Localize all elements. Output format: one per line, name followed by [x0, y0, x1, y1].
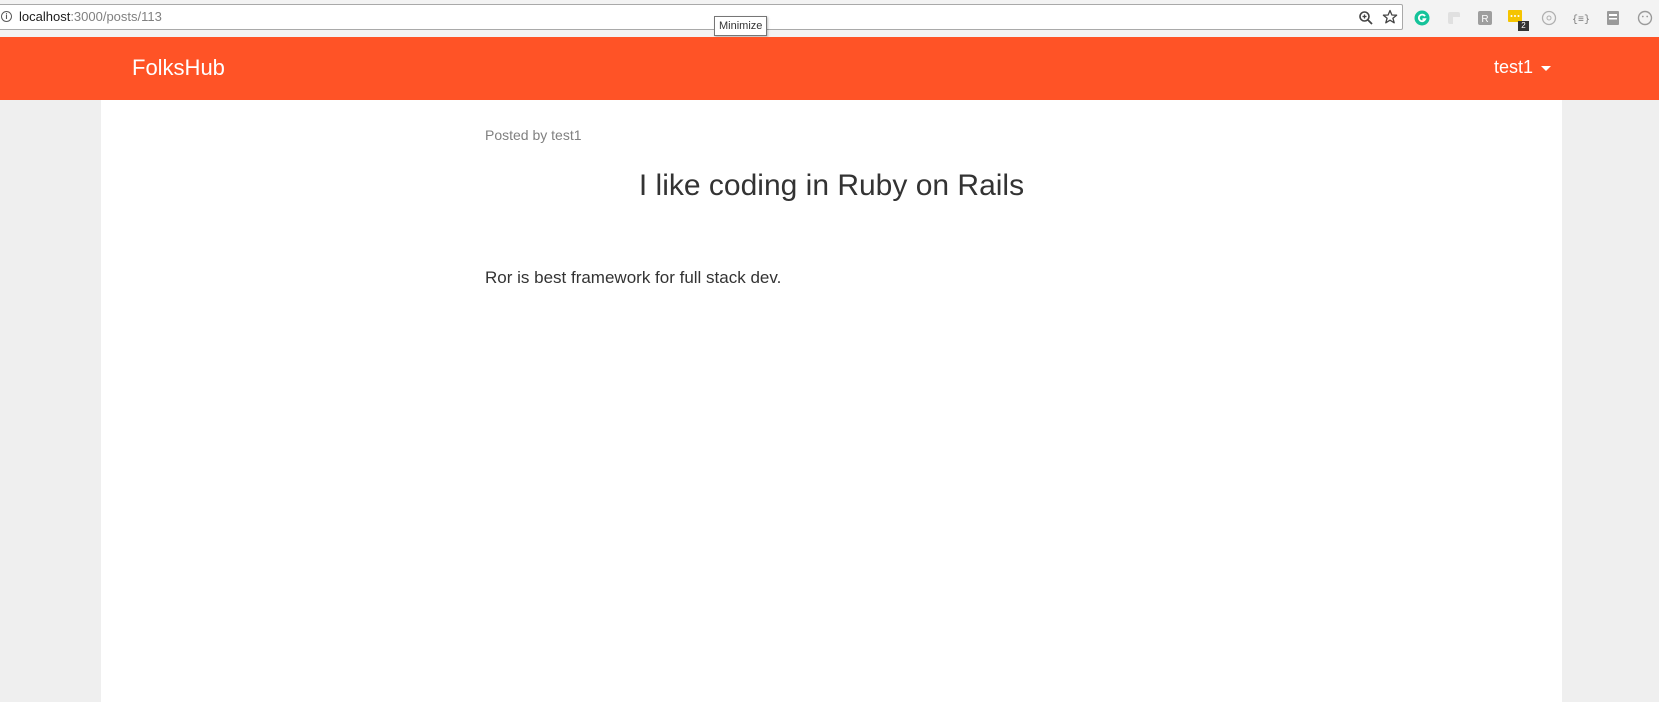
- reader-extension-icon[interactable]: R: [1477, 10, 1493, 26]
- post-body: Ror is best framework for full stack dev…: [485, 268, 782, 287]
- grammarly-icon[interactable]: [1414, 10, 1430, 26]
- caret-down-icon: [1541, 65, 1552, 71]
- extension-badge: 2: [1518, 21, 1529, 31]
- user-dropdown[interactable]: test1: [1494, 57, 1552, 78]
- svg-text:R: R: [1481, 14, 1488, 25]
- posted-by: Posted by test1: [485, 127, 582, 143]
- navbar: FolksHub test1: [0, 37, 1659, 100]
- browser-toolbar: i localhost:3000/posts/113 R 2 {≡}: [0, 0, 1659, 38]
- minimize-tooltip: Minimize: [714, 16, 768, 36]
- post-title: I like coding in Ruby on Rails: [638, 169, 1025, 202]
- address-bar[interactable]: i localhost:3000/posts/113: [0, 4, 1403, 30]
- zoom-icon[interactable]: [1358, 10, 1374, 26]
- post-container: Posted by test1 I like coding in Ruby on…: [101, 100, 1562, 702]
- circle-extension-icon[interactable]: [1541, 10, 1557, 26]
- url-path: :3000/posts/113: [70, 9, 162, 24]
- info-icon[interactable]: i: [1, 11, 12, 22]
- url-text[interactable]: localhost:3000/posts/113: [19, 9, 162, 24]
- user-name: test1: [1494, 57, 1534, 77]
- smile-extension-icon[interactable]: [1637, 10, 1653, 26]
- extension-puzzle-icon[interactable]: [1446, 10, 1462, 26]
- url-host: localhost: [19, 9, 71, 24]
- brand-link[interactable]: FolksHub: [132, 55, 225, 81]
- page-extension-icon[interactable]: [1605, 10, 1621, 26]
- bookmark-star-icon[interactable]: [1382, 9, 1398, 25]
- svg-text:{≡}: {≡}: [1573, 14, 1589, 26]
- json-extension-icon[interactable]: {≡}: [1573, 10, 1589, 26]
